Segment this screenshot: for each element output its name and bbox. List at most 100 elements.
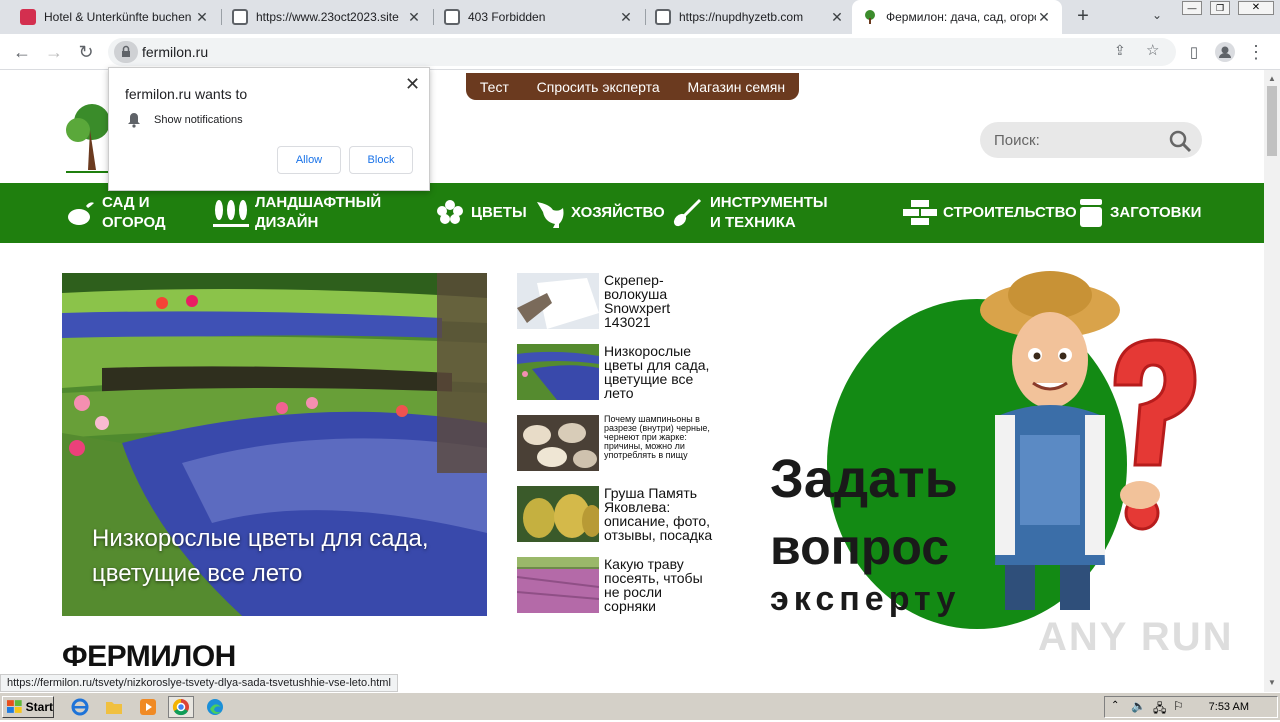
tab-hotel[interactable]: Hotel & Unterkünfte buchen | A ✕ xyxy=(10,0,220,34)
browser-toolbar: ← → ↻ fermilon.ru ⇪ ☆ ▯ ⋮ xyxy=(0,34,1280,70)
popup-permission: Show notifications xyxy=(154,114,243,126)
top-menu-seed-shop[interactable]: Магазин семян xyxy=(687,79,785,95)
scroll-down-icon[interactable]: ▼ xyxy=(1268,678,1276,687)
bricks-icon xyxy=(903,200,937,225)
nav-label: Строительство xyxy=(943,204,1077,221)
ask-line-1: Задать xyxy=(770,449,958,509)
network-icon[interactable]: 🖧 xyxy=(1153,699,1166,720)
side-article[interactable]: Почему шампиньоны в разрезе (внутри) чер… xyxy=(517,415,727,473)
address-bar[interactable]: fermilon.ru ⇪ ☆ xyxy=(108,38,1176,66)
side-article[interactable]: Скрепер-волокуша Snowxpert 143021 xyxy=(517,273,727,331)
article-title[interactable]: Почему шампиньоны в разрезе (внутри) чер… xyxy=(604,415,719,473)
bell-icon xyxy=(128,113,140,128)
flower-icon xyxy=(437,200,463,224)
windows-taskbar: Start ⌃ 🔈 🖧 ⚐ 7:53 AM xyxy=(0,692,1280,720)
folder-icon[interactable] xyxy=(104,697,124,717)
volume-icon[interactable]: 🔈 xyxy=(1131,699,1146,713)
top-menu-test[interactable]: Тест xyxy=(480,79,509,95)
tab-23oct[interactable]: https://www.23oct2023.site ✕ xyxy=(222,0,432,34)
article-title[interactable]: Какую траву посеять, чтобы не росли сорн… xyxy=(604,557,714,615)
profile-icon[interactable] xyxy=(1213,40,1237,64)
vegetable-icon xyxy=(68,202,94,225)
block-button[interactable]: Block xyxy=(349,146,413,174)
tab-fermilon[interactable]: Фермилон: дача, сад, огород ✕ xyxy=(852,0,1062,34)
main-nav: Сад и огород Ландшафтный дизайн Цветы Хо… xyxy=(0,183,1264,243)
article-thumbnail xyxy=(517,273,599,329)
article-title[interactable]: Низкорослые цветы для сада, цветущие все… xyxy=(604,344,714,402)
bookmark-star-icon[interactable]: ☆ xyxy=(1146,41,1159,59)
edge-icon[interactable] xyxy=(205,697,225,717)
start-button[interactable]: Start xyxy=(2,696,54,718)
tray-expand-icon[interactable]: ⌃ xyxy=(1111,700,1119,711)
article-thumbnail xyxy=(517,344,599,400)
media-player-icon[interactable] xyxy=(138,697,158,717)
hero-article[interactable]: Низкорослые цветы для сада, цветущие все… xyxy=(62,273,487,616)
back-icon[interactable]: ← xyxy=(10,40,34,64)
flag-icon[interactable]: ⚐ xyxy=(1173,699,1184,713)
tab-nupdhyzetb[interactable]: https://nupdhyzetb.com ✕ xyxy=(645,0,855,34)
nav-tools[interactable]: Инструменты и техника xyxy=(672,183,852,243)
search-icon[interactable] xyxy=(1168,129,1192,153)
close-tab-icon[interactable]: ✕ xyxy=(618,9,634,25)
close-tab-icon[interactable]: ✕ xyxy=(194,9,210,25)
side-article[interactable]: Низкорослые цветы для сада, цветущие все… xyxy=(517,344,727,402)
close-icon[interactable]: ✕ xyxy=(405,74,420,95)
nav-label: Ландшафтный дизайн xyxy=(255,194,382,231)
ie-icon[interactable] xyxy=(70,697,90,717)
globe-icon xyxy=(232,9,248,25)
nav-flowers[interactable]: Цветы xyxy=(435,183,527,243)
globe-icon xyxy=(655,9,671,25)
article-thumbnail xyxy=(517,415,599,471)
ask-line-2: вопрос xyxy=(770,519,950,575)
search-placeholder: Поиск: xyxy=(994,132,1040,149)
farmer-illustration xyxy=(980,271,1197,610)
nav-construction[interactable]: Строительство xyxy=(903,183,1077,243)
lock-icon[interactable] xyxy=(114,41,138,63)
menu-kebab-icon[interactable]: ⋮ xyxy=(1244,40,1268,64)
url-text: fermilon.ru xyxy=(142,44,209,60)
share-icon[interactable]: ⇪ xyxy=(1114,42,1126,59)
tab-title: https://nupdhyzetb.com xyxy=(679,10,804,24)
side-article[interactable]: Какую траву посеять, чтобы не росли сорн… xyxy=(517,557,727,615)
forward-icon[interactable]: → xyxy=(42,40,66,64)
clock: 7:53 AM xyxy=(1208,701,1249,713)
tab-403[interactable]: 403 Forbidden ✕ xyxy=(434,0,644,34)
globe-icon xyxy=(444,9,460,25)
scrollbar-thumb[interactable] xyxy=(1267,86,1277,156)
hero-title[interactable]: Низкорослые цветы для сада, цветущие все… xyxy=(92,521,472,591)
close-tab-icon[interactable]: ✕ xyxy=(1036,9,1052,25)
article-thumbnail xyxy=(517,557,599,613)
side-panel-icon[interactable]: ▯ xyxy=(1182,40,1206,64)
close-window-button[interactable]: ✕ xyxy=(1238,1,1274,15)
scroll-up-icon[interactable]: ▲ xyxy=(1268,74,1276,83)
article-title[interactable]: Груша Память Яковлева: описание, фото, о… xyxy=(604,486,714,544)
side-article[interactable]: Груша Память Яковлева: описание, фото, о… xyxy=(517,486,727,544)
reload-icon[interactable]: ↻ xyxy=(74,40,98,64)
nav-household[interactable]: Хозяйство xyxy=(533,183,665,243)
chrome-taskbar-button[interactable] xyxy=(168,696,194,718)
rooster-icon xyxy=(537,202,564,228)
search-input[interactable]: Поиск: xyxy=(980,122,1202,158)
close-tab-icon[interactable]: ✕ xyxy=(829,9,845,25)
shovel-icon xyxy=(673,198,702,227)
restore-button[interactable]: ❐ xyxy=(1210,1,1230,15)
nav-label: Сад и огород xyxy=(102,194,166,231)
top-menu-ask-expert[interactable]: Спросить эксперта xyxy=(537,79,660,95)
nav-garden[interactable]: Сад и огород xyxy=(66,183,186,243)
nav-label: Цветы xyxy=(471,204,527,221)
close-tab-icon[interactable]: ✕ xyxy=(406,9,422,25)
minimize-button[interactable]: — xyxy=(1182,1,1202,15)
tab-search-icon[interactable]: ⌄ xyxy=(1152,8,1162,22)
tab-strip: Hotel & Unterkünfte buchen | A ✕ https:/… xyxy=(0,0,1280,34)
windows-logo-icon xyxy=(7,700,22,713)
system-tray: ⌃ 🔈 🖧 ⚐ 7:53 AM xyxy=(1104,696,1278,718)
article-title[interactable]: Скрепер-волокуша Snowxpert 143021 xyxy=(604,273,714,331)
nav-preserves[interactable]: Заготовки xyxy=(1078,183,1208,243)
notification-permission-popup: fermilon.ru wants to Show notifications … xyxy=(108,67,430,191)
allow-button[interactable]: Allow xyxy=(277,146,341,174)
page-scrollbar[interactable]: ▲ ▼ xyxy=(1264,70,1280,692)
site-logo[interactable] xyxy=(60,100,110,174)
new-tab-button[interactable]: + xyxy=(1073,5,1093,29)
ask-expert-banner[interactable]: Задать вопрос эксперту xyxy=(765,265,1205,635)
nav-landscape[interactable]: Ландшафтный дизайн xyxy=(213,183,393,243)
